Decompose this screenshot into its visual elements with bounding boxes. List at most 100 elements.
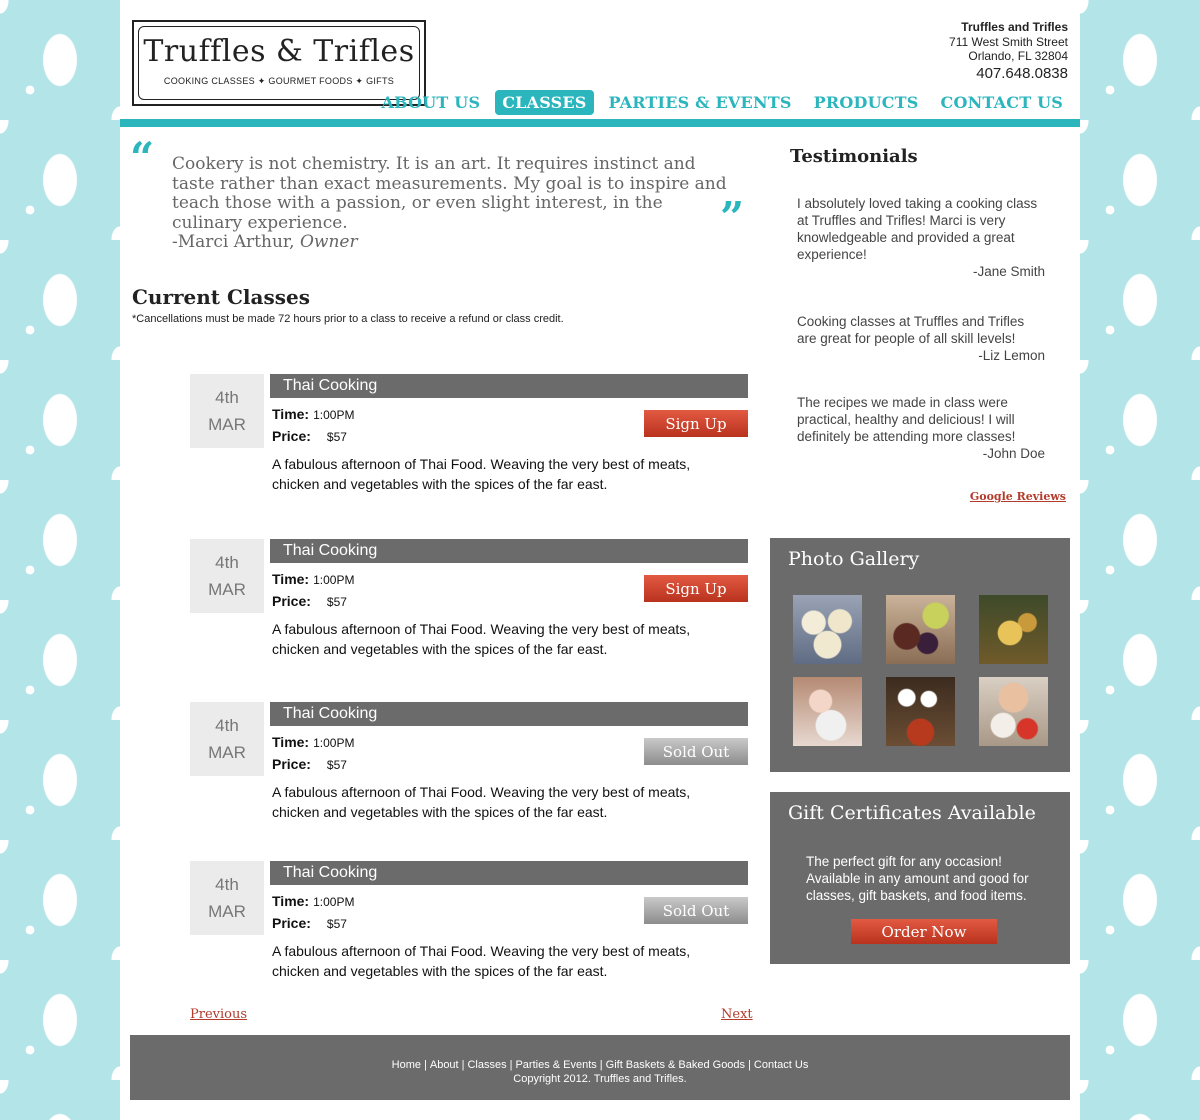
- nav-about-us[interactable]: ABOUT US: [374, 90, 487, 115]
- business-name: Truffles and Trifles: [961, 20, 1068, 34]
- class-title: Thai Cooking: [270, 861, 748, 885]
- class-price: Price: $57: [272, 428, 347, 444]
- testimonial: I absolutely loved taking a cooking clas…: [797, 195, 1045, 280]
- nav-contact-us[interactable]: CONTACT US: [934, 90, 1070, 115]
- class-description: A fabulous afternoon of Thai Food. Weavi…: [272, 621, 691, 657]
- header-divider: [120, 119, 1080, 127]
- time-value: 1:00PM: [313, 895, 355, 909]
- current-classes-heading: Current Classes: [132, 285, 310, 309]
- testimonial-text: I absolutely loved taking a cooking clas…: [797, 196, 1038, 262]
- time-value: 1:00PM: [313, 736, 355, 750]
- nav-classes[interactable]: CLASSES: [495, 90, 594, 115]
- main-nav: ABOUT US CLASSES PARTIES & EVENTS PRODUC…: [374, 90, 1070, 115]
- footer-link-gift-baskets[interactable]: Gift Baskets & Baked Goods: [606, 1059, 745, 1071]
- time-label: Time:: [272, 571, 310, 587]
- nav-products[interactable]: PRODUCTS: [807, 90, 926, 115]
- gift-certificates-text: The perfect gift for any occasion! Avail…: [806, 854, 1029, 903]
- class-day: 4th: [215, 388, 239, 407]
- testimonial-author: -Jane Smith: [972, 264, 1045, 279]
- cancellation-note: *Cancellations must be made 72 hours pri…: [132, 313, 564, 325]
- sign-up-button[interactable]: Sign Up: [644, 410, 748, 437]
- footer-link-home[interactable]: Home: [392, 1059, 421, 1071]
- sold-out-button[interactable]: Sold Out: [644, 738, 748, 765]
- price-label: Price:: [272, 756, 311, 772]
- testimonial: Cooking classes at Truffles and Trifles …: [797, 313, 1045, 364]
- order-now-button[interactable]: Order Now: [851, 919, 997, 944]
- footer-separator: |: [424, 1059, 427, 1071]
- quote-author-role: Owner: [299, 232, 358, 252]
- class-time: Time: 1:00PM: [272, 571, 354, 587]
- testimonial-text: Cooking classes at Truffles and Trifles …: [797, 314, 1025, 346]
- google-reviews-link[interactable]: Google Reviews: [970, 490, 1066, 503]
- testimonial-author: -John Doe: [982, 446, 1045, 461]
- sold-out-button[interactable]: Sold Out: [644, 897, 748, 924]
- next-page-link[interactable]: Next: [721, 1007, 753, 1022]
- class-month: MAR: [208, 580, 246, 599]
- footer-link-classes[interactable]: Classes: [467, 1059, 506, 1071]
- class-price: Price: $57: [272, 915, 347, 931]
- class-date: 4th MAR: [190, 861, 264, 935]
- footer-separator: |: [461, 1059, 465, 1071]
- class-price: Price: $57: [272, 756, 347, 772]
- class-date: 4th MAR: [190, 702, 264, 776]
- footer-link-contact-us[interactable]: Contact Us: [754, 1059, 808, 1071]
- price-value: $57: [326, 595, 347, 609]
- photo-gallery: Photo Gallery: [770, 538, 1070, 772]
- time-value: 1:00PM: [313, 573, 355, 587]
- class-title: Thai Cooking: [270, 702, 748, 726]
- previous-page-link[interactable]: Previous: [190, 1007, 247, 1022]
- class-price: Price: $57: [272, 593, 347, 609]
- price-value: $57: [326, 430, 347, 444]
- page: Truffles & Trifles COOKING CLASSES ✦ GOU…: [120, 0, 1080, 1120]
- class-description: A fabulous afternoon of Thai Food. Weavi…: [272, 784, 691, 820]
- gallery-thumb-truffles[interactable]: [793, 595, 862, 664]
- sign-up-button[interactable]: Sign Up: [644, 575, 748, 602]
- testimonial: The recipes we made in class were practi…: [797, 394, 1045, 462]
- gallery-thumb-chopping-vegetables[interactable]: [979, 677, 1048, 746]
- class-day: 4th: [215, 553, 239, 572]
- time-label: Time:: [272, 893, 310, 909]
- quote-author: -Marci Arthur,: [172, 232, 295, 252]
- testimonial-author: -Liz Lemon: [978, 348, 1045, 363]
- class-description: A fabulous afternoon of Thai Food. Weavi…: [272, 943, 691, 979]
- class-date: 4th MAR: [190, 374, 264, 448]
- logo-title: Truffles & Trifles: [143, 34, 415, 69]
- class-title: Thai Cooking: [270, 374, 748, 398]
- class-month: MAR: [208, 902, 246, 921]
- class-title: Thai Cooking: [270, 539, 748, 563]
- class-card: 4th MAR Thai Cooking Time: 1:00PM Price: $…: [190, 539, 750, 669]
- class-month: MAR: [208, 743, 246, 762]
- gallery-thumb-fruit-chocolates[interactable]: [886, 595, 955, 664]
- price-label: Price:: [272, 593, 311, 609]
- gallery-thumb-fried-dumplings[interactable]: [979, 595, 1048, 664]
- class-time: Time: 1:00PM: [272, 406, 354, 422]
- price-label: Price:: [272, 915, 311, 931]
- nav-parties-events[interactable]: PARTIES & EVENTS: [602, 90, 799, 115]
- open-quote-icon: “: [130, 133, 155, 182]
- owner-quote: Cookery is not chemistry. It is an art. …: [172, 154, 727, 233]
- class-card: 4th MAR Thai Cooking Time: 1:00PM Price: $…: [190, 374, 750, 504]
- testimonials-heading: Testimonials: [790, 146, 918, 167]
- class-month: MAR: [208, 415, 246, 434]
- photo-gallery-heading: Photo Gallery: [788, 548, 920, 570]
- quote-attribution: -Marci Arthur, Owner: [172, 232, 358, 252]
- class-day: 4th: [215, 875, 239, 894]
- class-day: 4th: [215, 716, 239, 735]
- time-value: 1:00PM: [313, 408, 355, 422]
- class-time: Time: 1:00PM: [272, 893, 354, 909]
- class-time: Time: 1:00PM: [272, 734, 354, 750]
- price-value: $57: [326, 917, 347, 931]
- class-card: 4th MAR Thai Cooking Time: 1:00PM Price: $…: [190, 861, 750, 991]
- street-address: 711 West Smith Street: [949, 34, 1068, 49]
- footer-link-about[interactable]: About: [430, 1059, 459, 1071]
- gallery-thumb-kids-cooking[interactable]: [793, 677, 862, 746]
- time-label: Time:: [272, 406, 310, 422]
- gift-certificates-panel: Gift Certificates Available The perfect …: [770, 792, 1070, 964]
- footer-link-parties-events[interactable]: Parties & Events: [515, 1059, 596, 1071]
- footer-links: Home | About | Classes | Parties & Events | Gift…: [130, 1059, 1070, 1071]
- copyright: Copyright 2012. Truffles and Trifles.: [513, 1073, 687, 1085]
- city-state-zip: Orlando, FL 32804: [968, 49, 1068, 63]
- footer-separator: |: [599, 1059, 603, 1071]
- footer: Home | About | Classes | Parties & Events | Gift…: [130, 1035, 1070, 1100]
- gallery-thumb-kitchen-class[interactable]: [886, 677, 955, 746]
